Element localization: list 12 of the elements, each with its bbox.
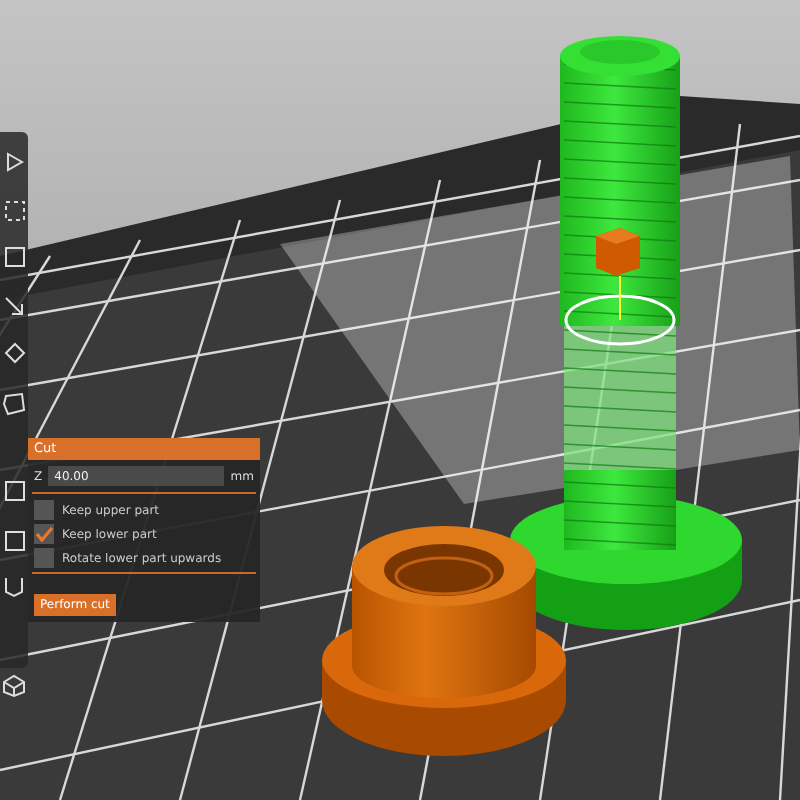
bracket-icon[interactable] xyxy=(3,576,25,598)
checkbox[interactable] xyxy=(34,500,54,520)
square-icon[interactable] xyxy=(3,530,25,552)
box-icon[interactable] xyxy=(2,674,26,698)
square-icon[interactable] xyxy=(3,246,25,268)
checkbox[interactable] xyxy=(34,548,54,568)
checkbox[interactable] xyxy=(34,524,54,544)
pentagon-icon[interactable] xyxy=(2,392,26,416)
arrow-icon[interactable] xyxy=(3,296,25,318)
select-icon[interactable] xyxy=(3,200,25,222)
cut-handle-drawing xyxy=(564,228,676,346)
arrange-icon[interactable] xyxy=(4,152,24,172)
